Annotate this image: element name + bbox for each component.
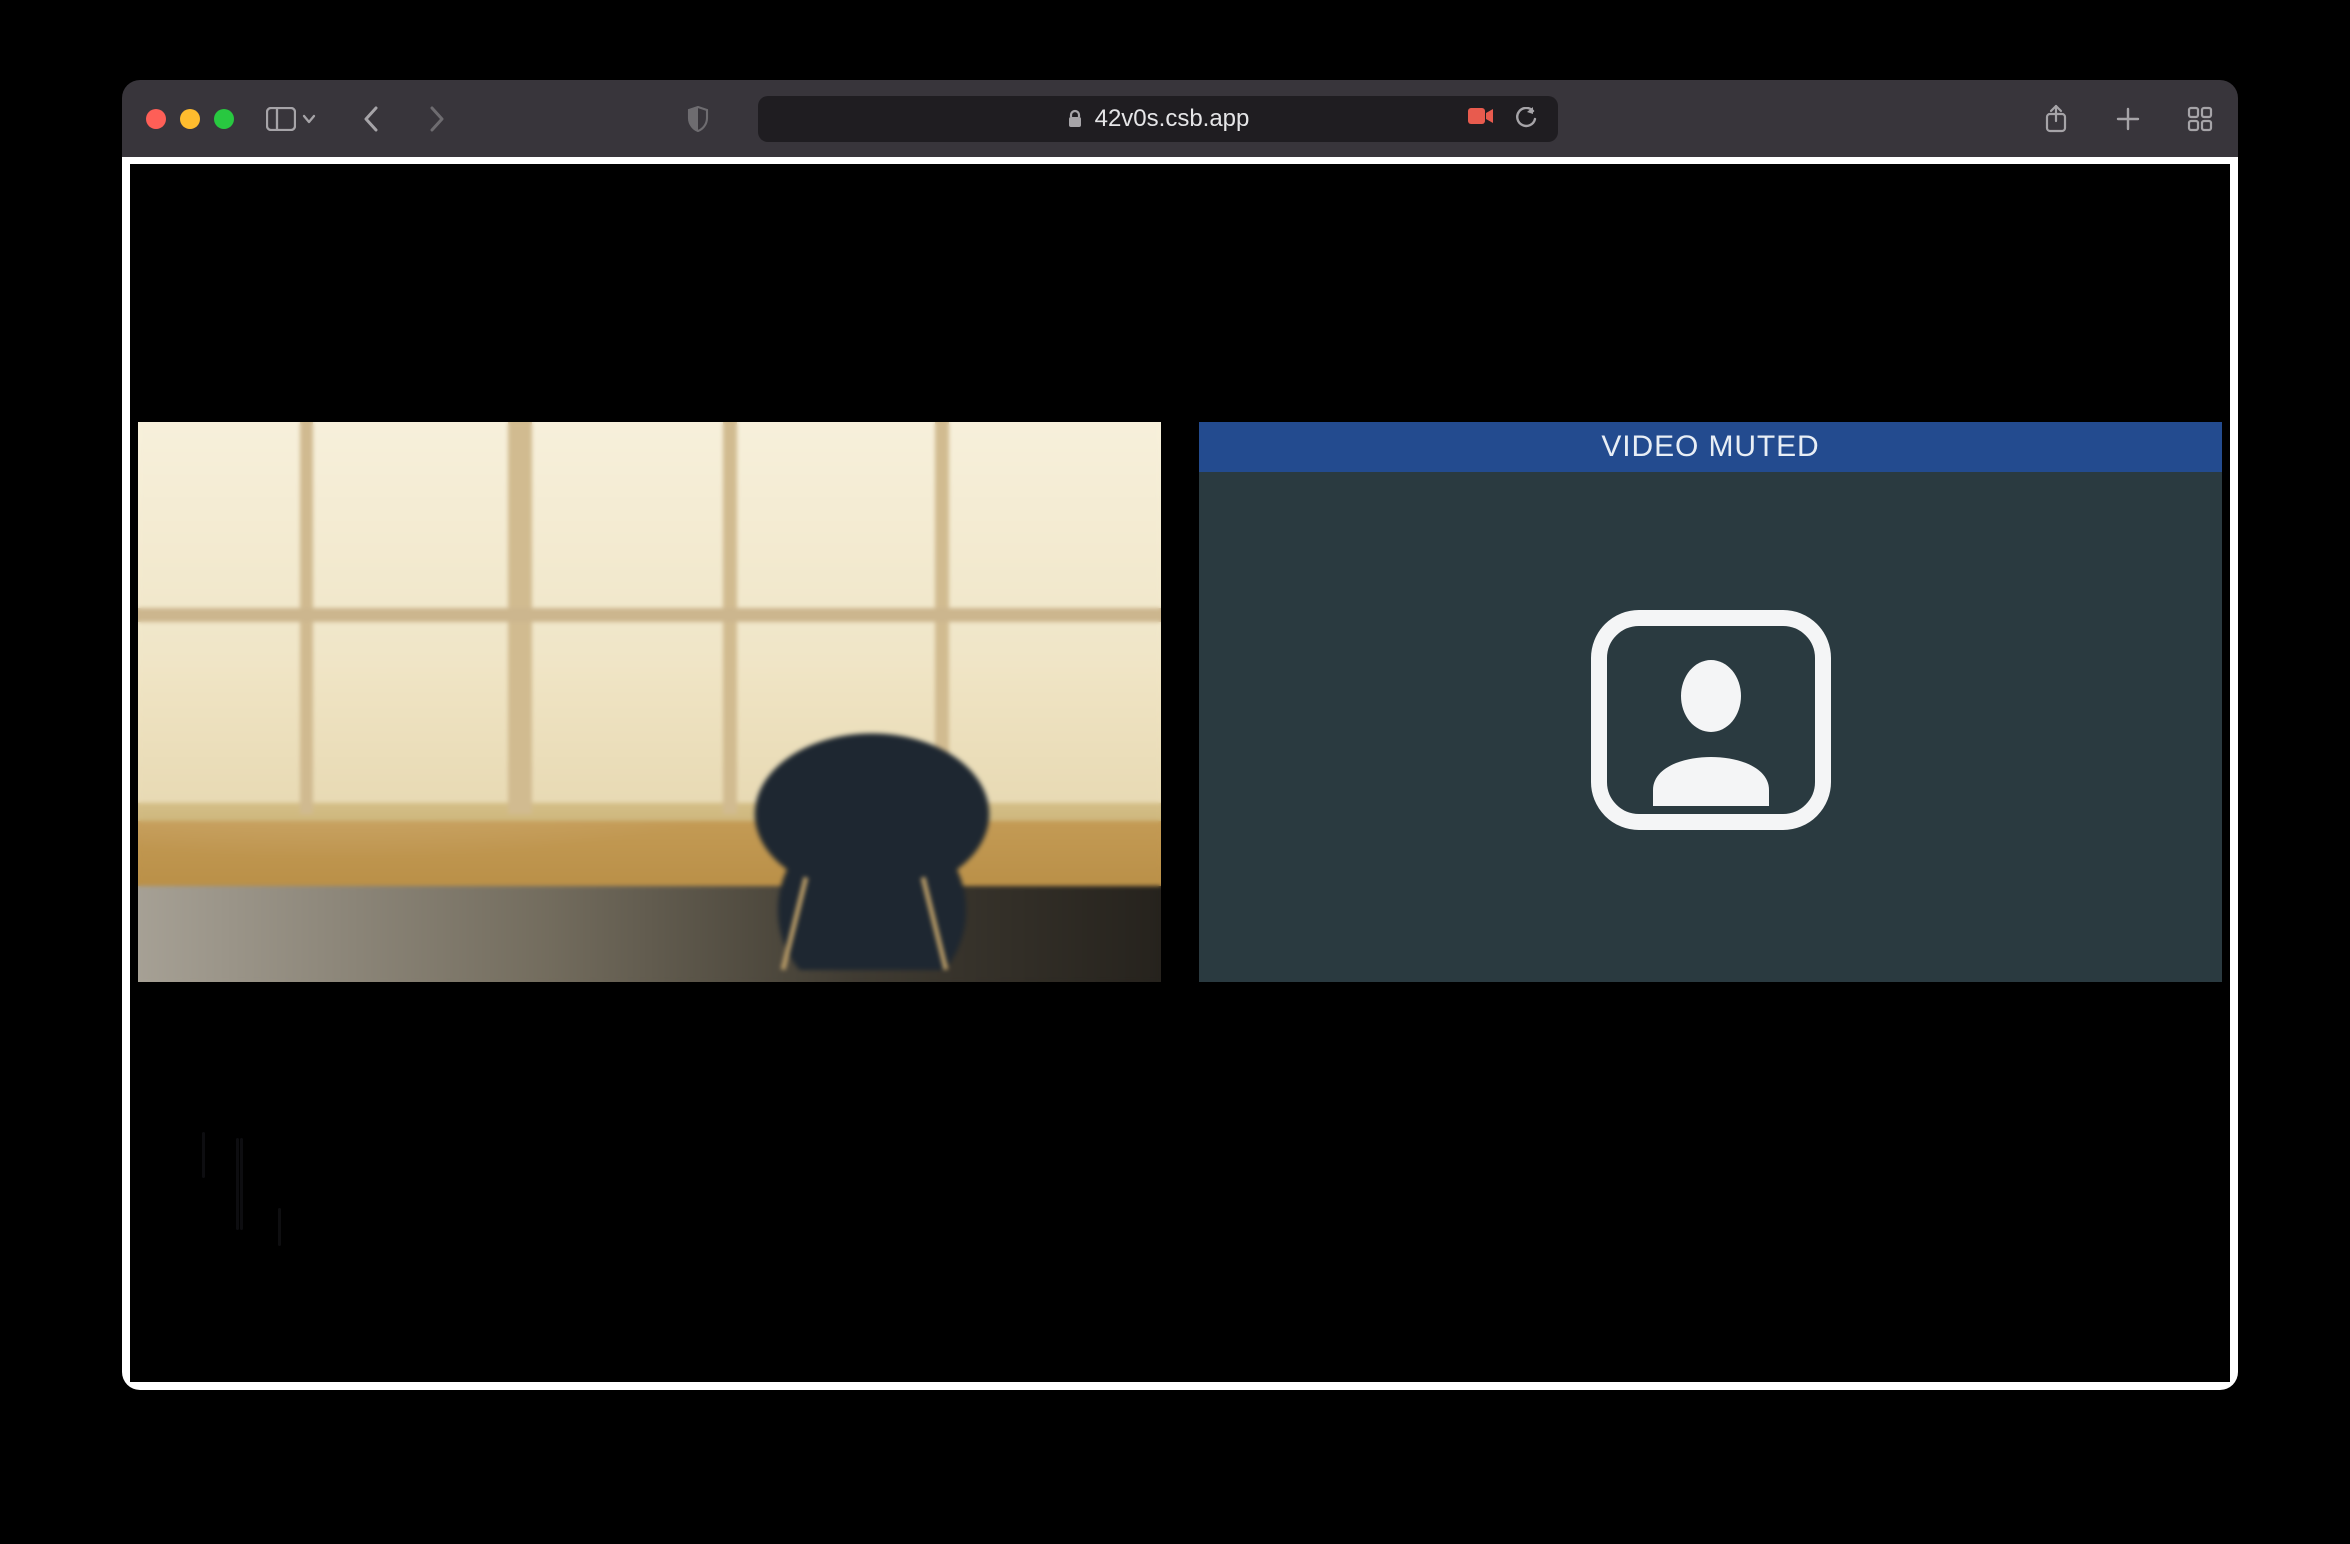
- forward-button[interactable]: [418, 101, 454, 137]
- video-tile-remote[interactable]: VIDEO MUTED: [1199, 422, 2222, 982]
- window-controls: [146, 109, 234, 129]
- window-close-button[interactable]: [146, 109, 166, 129]
- user-silhouette-icon: [1591, 610, 1831, 835]
- reload-button[interactable]: [1508, 101, 1544, 137]
- privacy-shield-button[interactable]: [680, 101, 716, 137]
- back-button[interactable]: [354, 101, 390, 137]
- browser-window: 42v0s.csb.app: [122, 80, 2238, 1390]
- new-tab-button[interactable]: [2110, 101, 2146, 137]
- camera-recording-icon: [1468, 107, 1494, 130]
- browser-toolbar: 42v0s.csb.app: [122, 80, 2238, 157]
- window-zoom-button[interactable]: [214, 109, 234, 129]
- share-button[interactable]: [2038, 101, 2074, 137]
- address-bar[interactable]: 42v0s.csb.app: [758, 96, 1558, 142]
- tab-overview-button[interactable]: [2182, 101, 2218, 137]
- sidebar-toggle-button[interactable]: [266, 107, 316, 131]
- decorative-marks: [166, 1132, 316, 1262]
- chevron-down-icon: [302, 112, 316, 126]
- page-content: VIDEO MUTED: [122, 157, 2238, 1390]
- video-tile-local[interactable]: [138, 422, 1161, 982]
- lock-icon: [1067, 109, 1083, 129]
- address-bar-text: 42v0s.csb.app: [1095, 105, 1250, 133]
- video-tile-row: VIDEO MUTED: [138, 422, 2222, 982]
- window-minimize-button[interactable]: [180, 109, 200, 129]
